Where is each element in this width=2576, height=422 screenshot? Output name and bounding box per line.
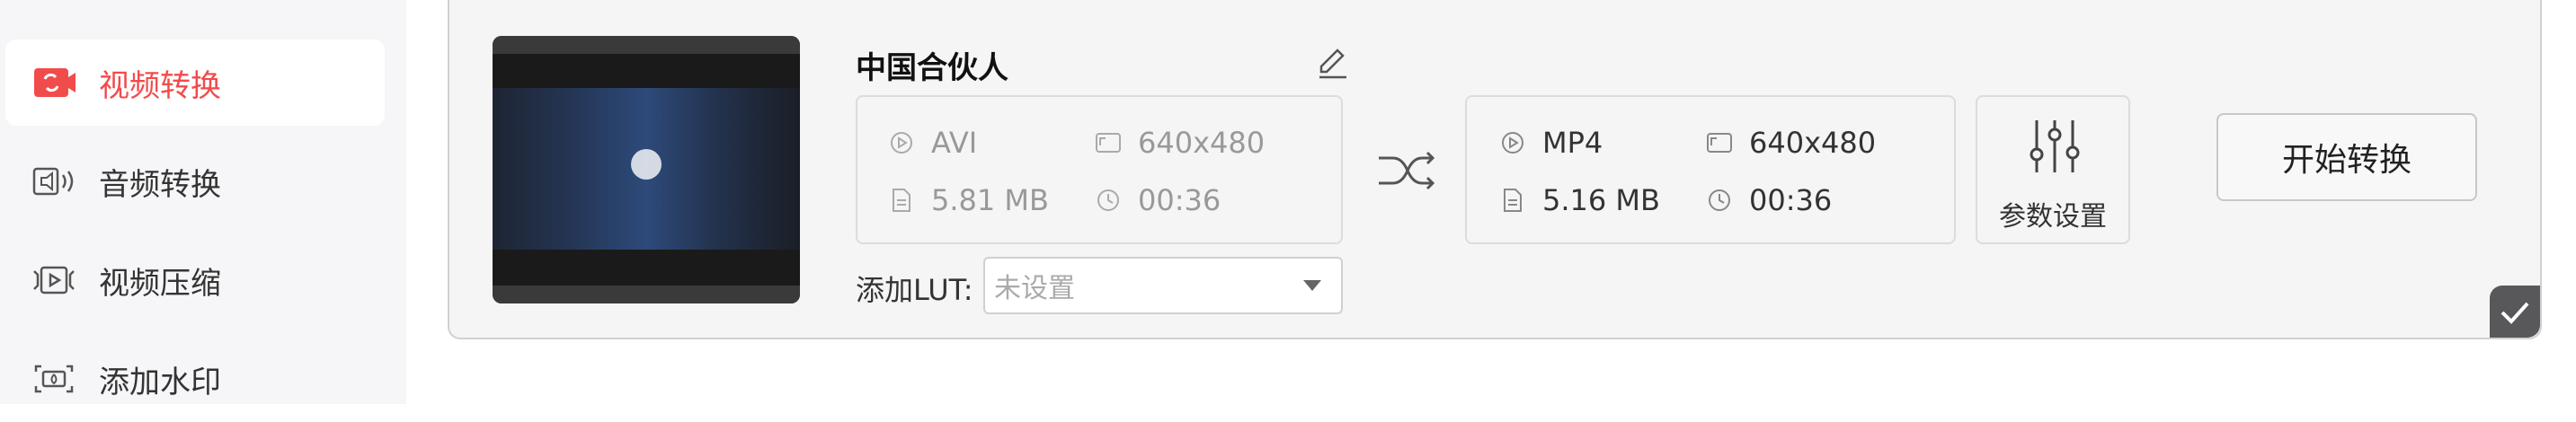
output-size-value: 5.16 MB [1542, 183, 1660, 217]
resolution-icon [1706, 129, 1733, 156]
input-format: AVI [888, 126, 977, 160]
video-convert-icon [29, 63, 79, 102]
audio-convert-icon [29, 162, 79, 201]
resolution-icon [1095, 129, 1122, 156]
input-size-value: 5.81 MB [931, 183, 1049, 217]
lut-label: 添加LUT: [856, 273, 973, 307]
format-icon [888, 129, 915, 156]
sidebar-item-video-compress[interactable]: 视频压缩 [5, 237, 385, 323]
sidebar-item-watermark[interactable]: 添加水印 [5, 336, 385, 422]
file-title: 中国合伙人 [856, 50, 1008, 86]
input-info-box: AVI 640x480 5.81 MB 00:36 [856, 95, 1343, 244]
lut-select[interactable]: 未设置 [983, 257, 1343, 314]
parameter-settings-button[interactable]: 参数设置 [1976, 95, 2130, 244]
video-compress-icon [29, 260, 79, 300]
start-convert-button[interactable]: 开始转换 [2216, 113, 2477, 201]
format-icon [1499, 129, 1526, 156]
output-resolution-value: 640x480 [1749, 126, 1877, 160]
watermark-icon [29, 359, 79, 399]
lut-select-value: 未设置 [994, 273, 1075, 304]
input-duration: 00:36 [1095, 183, 1221, 217]
output-resolution: 640x480 [1706, 126, 1876, 160]
play-icon[interactable] [631, 149, 662, 180]
check-icon [2500, 302, 2529, 324]
thumbnail-bottom-bar [493, 286, 800, 303]
sidebar-item-label: 音频转换 [99, 166, 221, 203]
input-format-value: AVI [931, 126, 978, 160]
output-info-box[interactable]: MP4 640x480 5.16 MB 00:36 [1465, 95, 1956, 244]
sidebar-item-label: 视频压缩 [99, 265, 221, 302]
input-size: 5.81 MB [888, 183, 1049, 217]
sidebar-item-label: 视频转换 [99, 67, 221, 104]
sidebar: 视频转换 音频转换 视频压缩 添加水印 [0, 0, 406, 404]
clock-icon [1095, 187, 1122, 214]
output-format: MP4 [1499, 126, 1603, 160]
file-size-icon [888, 187, 915, 214]
video-thumbnail[interactable] [493, 36, 800, 303]
selected-checkmark[interactable] [2490, 286, 2540, 338]
clock-icon [1706, 187, 1733, 214]
sidebar-item-video-convert[interactable]: 视频转换 [5, 40, 385, 126]
edit-icon[interactable] [1314, 45, 1350, 81]
thumbnail-top-bar [493, 36, 800, 54]
sliders-icon [2030, 120, 2080, 172]
file-size-icon [1499, 187, 1526, 214]
output-size: 5.16 MB [1499, 183, 1660, 217]
output-format-value: MP4 [1542, 126, 1603, 160]
sidebar-item-label: 添加水印 [99, 364, 221, 400]
input-duration-value: 00:36 [1138, 183, 1221, 217]
input-resolution: 640x480 [1095, 126, 1265, 160]
output-duration: 00:36 [1706, 183, 1832, 217]
shuffle-icon [1379, 151, 1435, 190]
sidebar-item-audio-convert[interactable]: 音频转换 [5, 138, 385, 224]
input-resolution-value: 640x480 [1138, 126, 1266, 160]
parameter-settings-label: 参数设置 [1999, 201, 2107, 233]
output-duration-value: 00:36 [1749, 183, 1833, 217]
chevron-down-icon [1303, 280, 1321, 291]
